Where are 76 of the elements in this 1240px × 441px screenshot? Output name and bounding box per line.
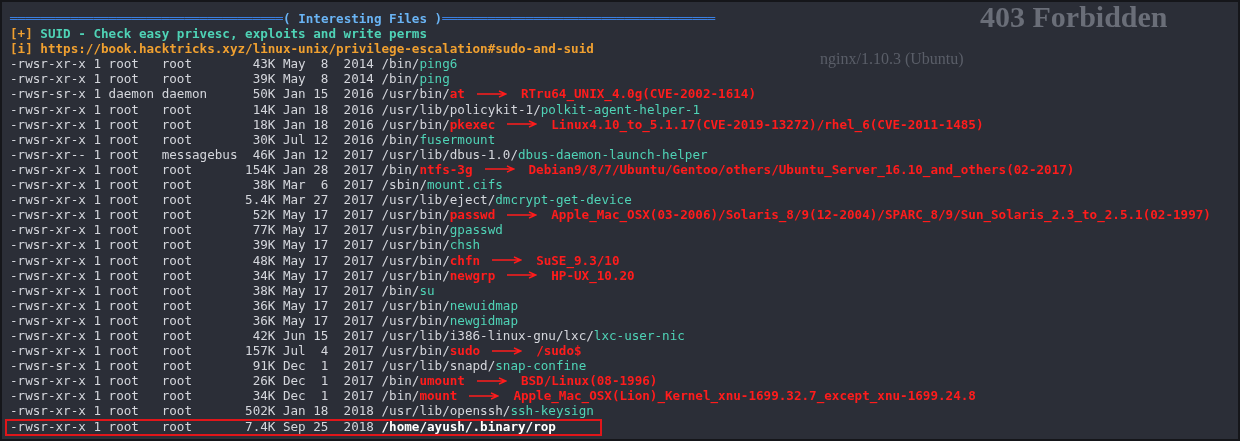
check-title: SUID - Check easy privesc, exploits and write perms bbox=[40, 26, 427, 42]
exploit-note: BSD/Linux(08-1996) bbox=[520, 373, 658, 389]
arrow-icon bbox=[469, 391, 500, 400]
file-path: /usr/bin/sudo bbox=[381, 343, 481, 359]
file-info: -rwsr-xr-- 1 root messagebus 46K Jan 12 2017 bbox=[10, 146, 374, 162]
section-rule: ════════════════════════════════════ bbox=[442, 11, 716, 27]
exploit-note: Apple_Mac_OSX(Lion)_Kernel_xnu-1699.32.7_except_xnu-1699.24.8 bbox=[513, 388, 976, 404]
info-tag: [i] bbox=[10, 41, 33, 57]
file-path: /usr/bin/chfn bbox=[381, 252, 481, 268]
file-path: /bin/fusermount bbox=[381, 131, 496, 147]
file-path: /usr/bin/passwd bbox=[381, 207, 496, 223]
arrow-icon bbox=[507, 271, 538, 280]
exploit-note: RTru64_UNIX_4.0g(CVE-2002-1614) bbox=[520, 86, 756, 102]
exploit-note: Apple_Mac_OSX(03-2006)/Solaris_8/9(12-2004)/SPARC_8/9/Sun_Solaris_2.3_to_2.5.1(02-1997) bbox=[551, 207, 1211, 223]
file-path: /usr/lib/dbus-1.0/dbus-daemon-launch-helper bbox=[381, 146, 708, 162]
file-info: -rwsr-xr-x 1 root root 30K Jul 12 2016 bbox=[10, 131, 374, 147]
arrow-icon bbox=[484, 165, 515, 174]
file-info: -rwsr-xr-x 1 root root 38K Mar 6 2017 bbox=[10, 177, 374, 193]
file-path: /usr/bin/chsh bbox=[381, 237, 481, 253]
file-info: -rwsr-xr-x 1 root root 36K May 17 2017 bbox=[10, 297, 374, 313]
file-path: /usr/bin/at bbox=[381, 86, 465, 102]
exploit-note: HP-UX_10.20 bbox=[551, 267, 635, 283]
file-info: -rwsr-xr-x 1 root root 502K Jan 18 2018 bbox=[10, 403, 374, 419]
section-title: ( Interesting Files ) bbox=[282, 11, 443, 27]
file-info: -rwsr-xr-x 1 root root 36K May 17 2017 bbox=[10, 312, 374, 328]
file-path: /usr/lib/openssh/ssh-keysign bbox=[381, 403, 594, 419]
file-path: /bin/umount bbox=[381, 373, 465, 389]
arrow-icon bbox=[492, 256, 523, 265]
file-info: -rwsr-xr-x 1 root root 48K May 17 2017 bbox=[10, 252, 374, 268]
file-info: -rwsr-xr-x 1 root root 42K Jun 15 2017 bbox=[10, 327, 374, 344]
file-path: /usr/lib/eject/dmcrypt-get-device bbox=[381, 192, 632, 208]
file-info: -rwsr-xr-x 1 root root 34K May 17 2017 bbox=[10, 267, 374, 283]
arrow-icon bbox=[492, 346, 523, 355]
check-tag: [+] bbox=[10, 26, 33, 42]
file-path: /usr/lib/snapd/snap-confine bbox=[381, 358, 587, 374]
file-info: -rwsr-xr-x 1 root root 157K Jul 4 2017 bbox=[10, 343, 374, 359]
arrow-icon bbox=[507, 210, 538, 219]
file-info: -rwsr-xr-x 1 root root 52K May 17 2017 bbox=[10, 207, 374, 223]
file-info: -rwsr-sr-x 1 daemon daemon 50K Jan 15 2016 bbox=[10, 86, 374, 102]
section-rule: ════════════════════════════════════ bbox=[10, 11, 283, 27]
file-path: /usr/bin/newgidmap bbox=[381, 312, 519, 328]
exploit-note: /sudo$ bbox=[536, 343, 582, 359]
file-info: -rwsr-xr-x 1 root root 5.4K Mar 27 2017 bbox=[10, 192, 374, 208]
file-path: /bin/ntfs-3g bbox=[381, 161, 473, 178]
file-info: -rwsr-xr-x 1 root root 39K May 17 2017 bbox=[10, 237, 374, 253]
exploit-note: Linux4.10_to_5.1.17(CVE-2019-13272)/rhel_6(CVE-2011-1485) bbox=[551, 116, 984, 132]
arrow-icon bbox=[507, 120, 538, 129]
file-path: /bin/su bbox=[381, 282, 435, 298]
page-heading: 403 Forbidden bbox=[980, 2, 1168, 34]
file-path: /usr/bin/gpasswd bbox=[381, 222, 503, 238]
file-path: /usr/lib/policykit-1/polkit-agent-helper-1 bbox=[381, 101, 700, 117]
file-info: -rwsr-xr-x 1 root root 154K Jan 28 2017 bbox=[10, 161, 374, 178]
file-info: -rwsr-xr-x 1 root root 39K May 8 2014 bbox=[10, 71, 374, 87]
file-path: /usr/bin/newgrp bbox=[381, 267, 496, 283]
file-info: -rwsr-xr-x 1 root root 43K May 8 2014 bbox=[10, 56, 374, 72]
exploit-note: Debian9/8/7/Ubuntu/Gentoo/others/Ubuntu_Server_16.10_and_others(02-2017) bbox=[528, 161, 1075, 178]
arrow-icon bbox=[476, 376, 507, 385]
file-info: -rwsr-xr-x 1 root root 34K Dec 1 2017 bbox=[10, 388, 374, 404]
file-path: /bin/ping6 bbox=[381, 56, 458, 72]
file-info: -rwsr-xr-x 1 root root 26K Dec 1 2017 bbox=[10, 373, 374, 389]
exploit-note: SuSE_9.3/10 bbox=[536, 252, 620, 268]
file-info: -rwsr-xr-x 1 root root 14K Jan 18 2016 bbox=[10, 101, 374, 117]
file-path: /home/ayush/.binary/rop bbox=[381, 419, 556, 435]
file-info: -rwsr-xr-x 1 root root 18K Jan 18 2016 bbox=[10, 116, 374, 132]
reference-link[interactable]: https://book.hacktricks.xyz/linux-unix/privilege-escalation#sudo-and-suid bbox=[40, 41, 594, 57]
file-path: /bin/mount bbox=[381, 388, 458, 404]
file-info: -rwsr-xr-x 1 root root 7.4K Sep 25 2018 bbox=[10, 419, 374, 435]
file-path: /bin/ping bbox=[381, 71, 450, 87]
arrow-icon bbox=[476, 90, 507, 98]
file-info: -rwsr-sr-x 1 root root 91K Dec 1 2017 bbox=[10, 358, 374, 374]
file-path: /usr/bin/pkexec bbox=[381, 116, 496, 132]
file-path: /usr/lib/i386-linux-gnu/lxc/lxc-user-nic bbox=[381, 327, 685, 344]
file-info: -rwsr-xr-x 1 root root 77K May 17 2017 bbox=[10, 222, 374, 238]
file-info: -rwsr-xr-x 1 root root 38K May 17 2017 bbox=[10, 282, 374, 298]
file-path: /sbin/mount.cifs bbox=[381, 177, 503, 193]
file-path: /usr/bin/newuidmap bbox=[381, 297, 519, 313]
